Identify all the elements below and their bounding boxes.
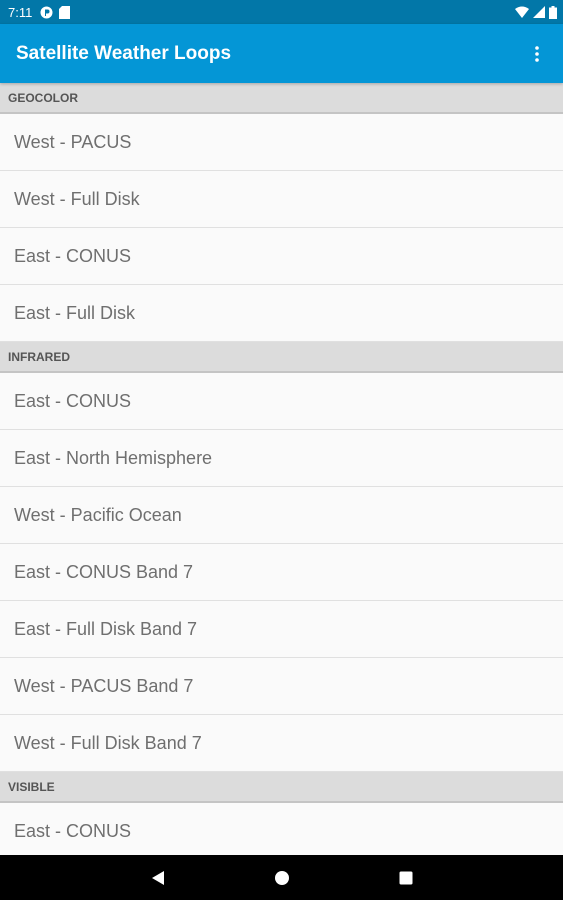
status-time: 7:11 xyxy=(8,4,33,20)
list-item[interactable]: East - CONUS xyxy=(0,803,563,855)
list-item[interactable]: East - Full Disk Band 7 xyxy=(0,601,563,658)
wifi-icon xyxy=(515,6,529,18)
home-icon xyxy=(274,870,289,885)
recents-icon xyxy=(399,871,412,884)
overflow-menu-icon xyxy=(535,45,539,62)
loop-list[interactable]: GEOCOLOR West - PACUS West - Full Disk E… xyxy=(0,83,563,855)
list-item[interactable]: East - CONUS Band 7 xyxy=(0,544,563,601)
app-title: Satellite Weather Loops xyxy=(16,42,232,64)
list-item[interactable]: West - Pacific Ocean xyxy=(0,487,563,544)
section-header-geocolor: GEOCOLOR xyxy=(0,83,563,114)
system-nav-bar xyxy=(0,855,563,900)
signal-icon xyxy=(533,6,545,18)
section-header-visible: VISIBLE xyxy=(0,772,563,803)
list-item[interactable]: East - CONUS xyxy=(0,228,563,285)
list-item[interactable]: East - North Hemisphere xyxy=(0,430,563,487)
list-item[interactable]: West - Full Disk Band 7 xyxy=(0,715,563,772)
notification-p-icon xyxy=(40,6,53,18)
recents-button[interactable] xyxy=(393,865,419,891)
section-header-infrared: INFRARED xyxy=(0,342,563,373)
list-item[interactable]: East - CONUS xyxy=(0,373,563,430)
list-item[interactable]: East - Full Disk xyxy=(0,285,563,342)
app-bar: Satellite Weather Loops xyxy=(0,24,563,83)
status-bar: 7:11 xyxy=(0,0,563,24)
battery-icon xyxy=(549,5,557,19)
list-item[interactable]: West - PACUS Band 7 xyxy=(0,658,563,715)
back-icon xyxy=(151,870,164,885)
list-item[interactable]: West - PACUS xyxy=(0,114,563,171)
list-item[interactable]: West - Full Disk xyxy=(0,171,563,228)
sd-card-icon xyxy=(59,5,71,19)
back-button[interactable] xyxy=(145,865,171,891)
overflow-menu-button[interactable] xyxy=(517,30,557,78)
home-button[interactable] xyxy=(269,865,295,891)
